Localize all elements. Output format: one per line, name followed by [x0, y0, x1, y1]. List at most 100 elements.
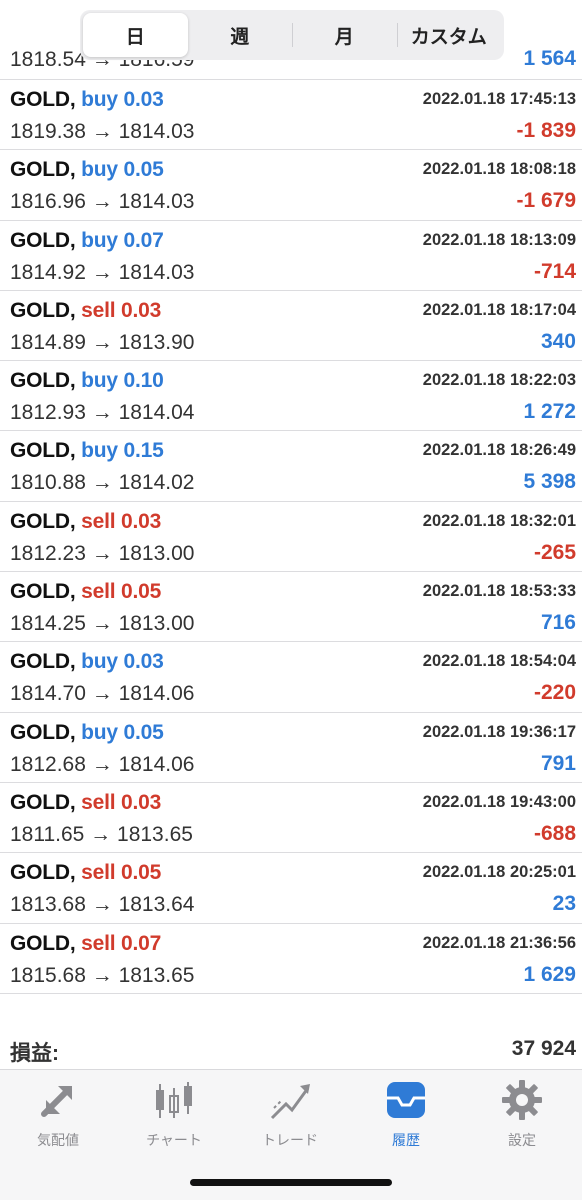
tab-quotes[interactable]: 気配値 [0, 1078, 116, 1158]
trade-row[interactable]: GOLD, buy 0.10 2022.01.18 18:22:03 1812.93… [0, 361, 582, 432]
tab-label: 気配値 [37, 1132, 79, 1148]
trade-row[interactable]: GOLD, buy 0.03 2022.01.18 18:54:04 1814.70… [0, 642, 582, 713]
home-indicator[interactable] [190, 1179, 392, 1186]
trade-profit: -688 [533, 821, 576, 845]
trade-profit: 340 [540, 329, 576, 353]
trade-prices: 1810.88 → 1814.02 [10, 471, 195, 495]
trade-side: buy [81, 650, 118, 674]
trade-volume: 0.05 [123, 720, 164, 744]
trade-symbol: GOLD, [10, 931, 76, 955]
trade-row[interactable]: GOLD, buy 0.15 2022.01.18 18:26:49 1810.88… [0, 431, 582, 502]
trade-profit: 23 [552, 892, 576, 916]
trade-prices: 1816.96 → 1814.03 [10, 190, 195, 214]
total-value: 37 924 [511, 1037, 576, 1060]
trade-title: GOLD, buy 0.15 [10, 439, 164, 463]
gear-icon [502, 1080, 542, 1120]
trade-row[interactable]: GOLD, sell 0.05 2022.01.18 20:25:01 1813.6… [0, 853, 582, 924]
trade-title: GOLD, sell 0.03 [10, 510, 161, 534]
trade-time: 2022.01.18 18:54:04 [422, 652, 576, 671]
trade-volume: 0.03 [121, 790, 162, 814]
trade-prices: 1813.68 → 1813.64 [10, 893, 195, 917]
trade-symbol: GOLD, [10, 720, 76, 744]
tab-history[interactable]: 履歴 [348, 1078, 464, 1158]
tab-trade[interactable]: トレード [232, 1078, 348, 1158]
trade-time: 2022.01.18 18:13:09 [422, 230, 576, 249]
trade-row[interactable]: GOLD, sell 0.03 2022.01.18 18:17:04 1814.8… [0, 291, 582, 362]
trade-volume: 0.03 [121, 298, 162, 322]
quotes-arrows-icon [41, 1084, 72, 1117]
trade-prices: 1815.68 → 1813.65 [10, 963, 195, 987]
trade-time: 2022.01.18 18:17:04 [422, 300, 576, 319]
trade-side: sell [81, 298, 116, 322]
trade-time: 2022.01.18 18:32:01 [422, 511, 576, 530]
tab-label: トレード [262, 1132, 318, 1148]
trade-prices: 1812.23 → 1813.00 [10, 541, 195, 565]
trade-side: sell [81, 580, 116, 604]
trade-time: 2022.01.18 18:53:33 [422, 582, 576, 601]
trade-symbol: GOLD, [10, 439, 76, 463]
trade-profit: -1 839 [516, 119, 576, 142]
trade-time: 2022.01.18 18:26:49 [422, 441, 576, 460]
trade-side: buy [81, 88, 118, 111]
trade-prices: 1814.89 → 1813.90 [10, 330, 195, 354]
segment-day[interactable]: 日 [83, 13, 188, 57]
trade-title: GOLD, sell 0.07 [10, 932, 161, 956]
trade-volume: 0.05 [123, 158, 164, 182]
trade-side: sell [81, 790, 116, 814]
trade-time: 2022.01.18 21:36:56 [422, 933, 576, 952]
trade-side: buy [81, 369, 118, 393]
trade-row[interactable]: GOLD, sell 0.03 2022.01.18 18:32:01 1812.2… [0, 502, 582, 573]
total-profit-row: 損益: 37 924 [0, 1025, 582, 1069]
trade-row[interactable]: GOLD, sell 0.05 2022.01.18 18:53:33 1814.2… [0, 572, 582, 643]
trade-profit: -265 [533, 540, 576, 564]
trade-profit: 1 629 [523, 962, 576, 986]
tab-label: チャート [146, 1132, 202, 1148]
trade-title: GOLD, sell 0.03 [10, 299, 161, 323]
trade-title: GOLD, sell 0.05 [10, 580, 161, 604]
trade-row[interactable]: GOLD, buy 0.03 2022.01.18 17:45:13 1819.38… [0, 80, 582, 151]
trade-row[interactable]: GOLD, buy 0.07 2022.01.18 18:13:09 1814.92… [0, 221, 582, 291]
trade-prices: 1814.92 → 1814.03 [10, 260, 195, 284]
trade-time: 2022.01.18 18:08:18 [422, 160, 576, 179]
trade-history-list[interactable]: 1818.54 → 1816.59 1 564 GOLD, buy 0.0320… [0, 40, 582, 994]
segment-month[interactable]: 月 [292, 13, 397, 57]
tab-settings[interactable]: 設定 [464, 1078, 580, 1158]
trade-row[interactable]: GOLD, buy 0.05 2022.01.18 18:08:18 1816.96… [0, 150, 582, 221]
trade-profit: 1 564 [523, 47, 576, 70]
trade-profit: -1 679 [516, 189, 576, 213]
trade-profit: 1 272 [523, 400, 576, 424]
segment-custom[interactable]: カスタム [396, 13, 502, 57]
tab-label: 設定 [508, 1132, 536, 1148]
trade-title: GOLD, buy 0.03 [10, 88, 164, 112]
trade-prices: 1814.70 → 1814.06 [10, 682, 195, 706]
trade-side: sell [81, 861, 116, 885]
segment-week[interactable]: 週 [188, 13, 293, 57]
trade-profit: -714 [533, 259, 576, 283]
trade-prices: 1819.38 → 1814.03 [10, 120, 195, 143]
trade-prices: 1812.68 → 1814.06 [10, 752, 195, 776]
trade-volume: 0.15 [123, 439, 164, 463]
trade-row[interactable]: GOLD, sell 0.07 2022.01.18 21:36:56 1815.6… [0, 924, 582, 994]
trade-row[interactable]: GOLD, buy 0.05 2022.01.18 19:36:17 1812.68… [0, 713, 582, 783]
trade-time: 2022.01.18 19:43:00 [422, 792, 576, 811]
trade-row[interactable]: GOLD, sell 0.03 2022.01.18 19:43:00 1811.6… [0, 783, 582, 854]
trade-volume: 0.07 [121, 931, 162, 955]
trade-title: GOLD, sell 0.05 [10, 861, 161, 885]
trade-title: GOLD, buy 0.03 [10, 650, 164, 674]
trade-symbol: GOLD, [10, 369, 76, 393]
trade-profit: 716 [540, 611, 576, 635]
trade-side: buy [81, 158, 118, 182]
trade-volume: 0.07 [123, 228, 164, 252]
trade-volume: 0.10 [123, 369, 164, 393]
tab-label: 履歴 [392, 1132, 420, 1148]
trade-side: buy [81, 439, 118, 463]
trade-side: sell [81, 509, 116, 533]
trade-profit: 791 [540, 751, 576, 775]
candlestick-chart-icon [156, 1082, 192, 1118]
total-label: 損益: [10, 1042, 59, 1065]
tab-chart[interactable]: チャート [116, 1078, 232, 1158]
trade-side: sell [81, 931, 116, 955]
trade-symbol: GOLD, [10, 298, 76, 322]
trade-profit: -220 [533, 681, 576, 705]
trade-prices: 1814.25 → 1813.00 [10, 612, 195, 636]
